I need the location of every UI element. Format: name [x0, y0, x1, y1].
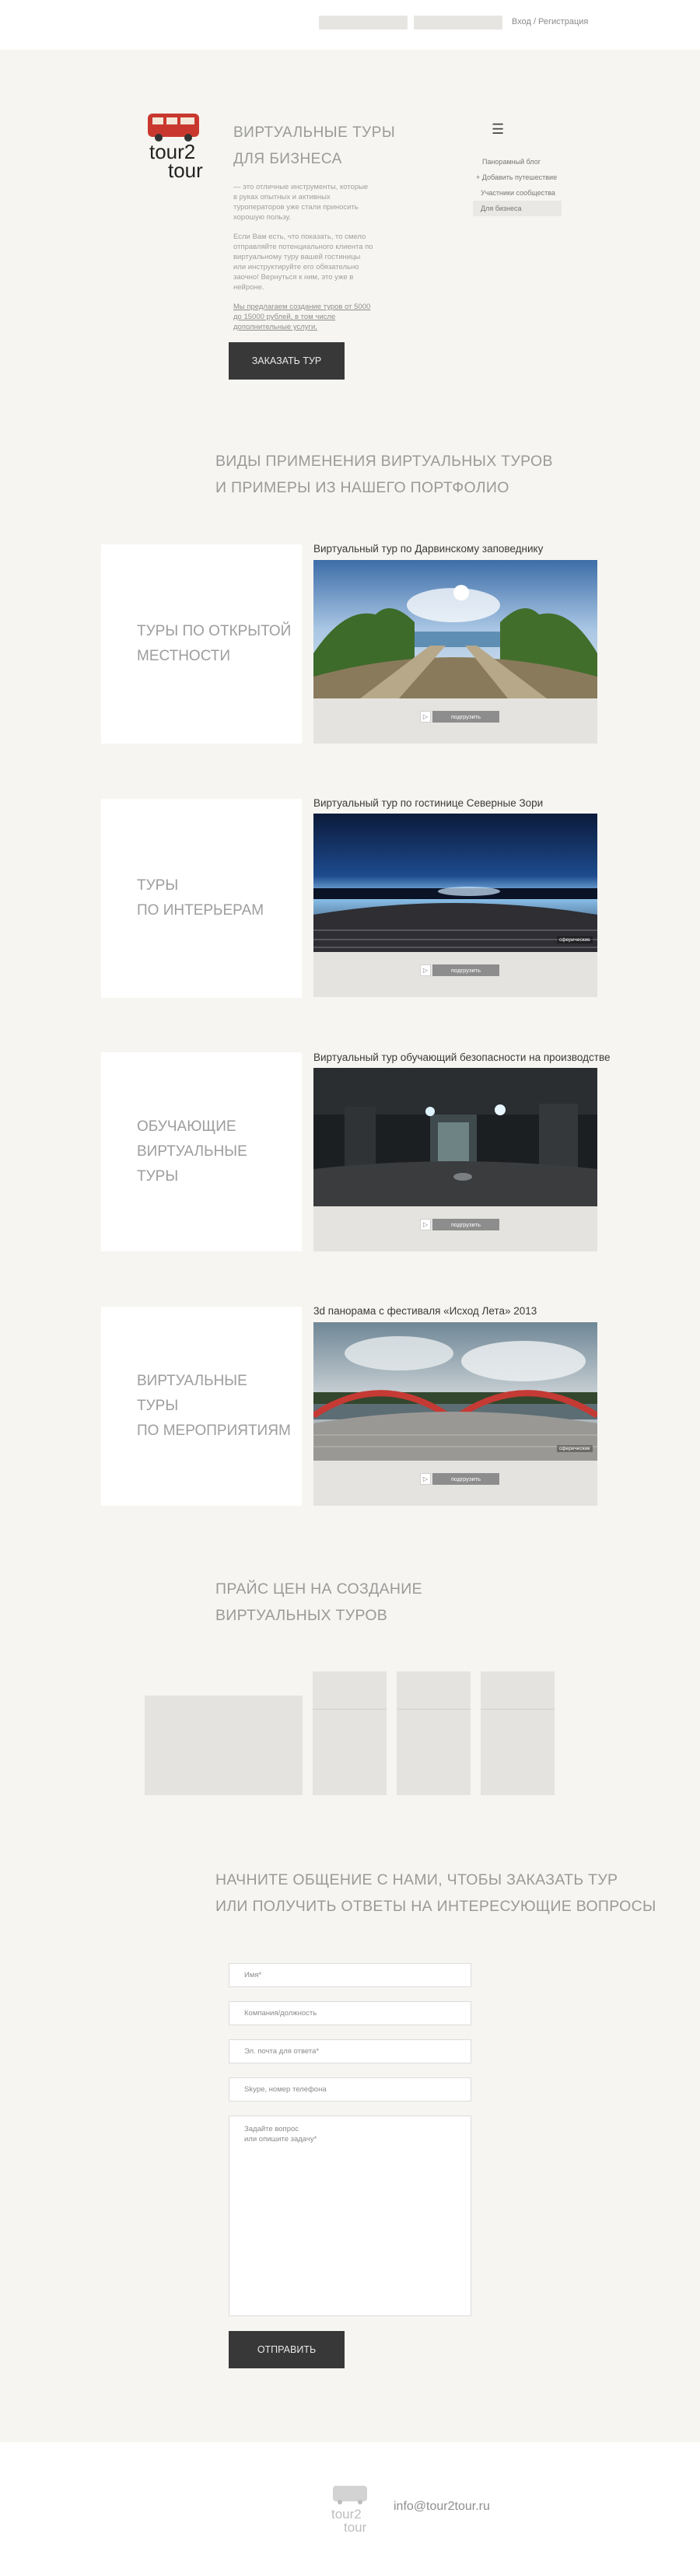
menu-item-business[interactable]: Для бизнеса — [473, 201, 562, 216]
footer: tour2 tour info@tour2tour.ru — [0, 2442, 700, 2576]
hero-title-line: для бизнеса — [233, 151, 342, 167]
portfolio-title-line: и примеры из нашего портфолио — [215, 479, 509, 496]
hero-title-line: Виртуальные туры — [233, 124, 396, 141]
side-menu: Панорамный блог + Добавить путешествие У… — [473, 154, 562, 216]
menu-item-blog[interactable]: Панорамный блог — [473, 154, 562, 170]
hero-paragraph: Если Вам есть, что показать, то смело от… — [233, 233, 373, 292]
category-label-line: по мероприятиям — [137, 1423, 291, 1439]
category-label: Туры по открытой местности — [137, 544, 292, 744]
company-field[interactable]: Компания/должность — [229, 2001, 471, 2025]
search-pill-secondary[interactable] — [414, 16, 502, 30]
category-label: Туры по интерьерам — [137, 799, 292, 998]
tour-title[interactable]: 3d панорама с фестиваля «Исход Лета» 201… — [313, 1305, 537, 1317]
search-pill[interactable] — [319, 16, 408, 30]
hero-paragraph: — это отличные инструменты, которые в ру… — [233, 183, 369, 222]
name-field[interactable]: Имя* — [229, 1963, 471, 1987]
email-field[interactable]: Эл. почта для ответа* — [229, 2039, 471, 2063]
hero-pricing-link[interactable]: Мы предлагаем создание туров от 5000 до … — [233, 302, 373, 332]
van-icon — [333, 2486, 367, 2504]
load-tour-button[interactable]: подгрузить — [432, 711, 499, 723]
category-label: Обучающие виртуальные туры — [137, 1052, 292, 1251]
question-textarea[interactable]: Задайте вопрос или опишите задачу* — [229, 2116, 471, 2316]
contact-title: Начните общение с нами, чтобы заказать т… — [215, 1867, 656, 1920]
hero-description: — это отличные инструменты, которые в ру… — [233, 182, 373, 341]
category-label-line: Обучающие — [137, 1118, 236, 1135]
portfolio-title-line: Виды применения виртуальных туров — [215, 453, 553, 470]
pricing-card-main[interactable] — [145, 1696, 303, 1795]
category-label-line: виртуальные туры — [137, 1143, 247, 1185]
pricing-divider — [397, 1709, 471, 1710]
menu-item-community[interactable]: Участники сообщества — [473, 185, 562, 201]
panorama-image-training[interactable] — [313, 1068, 597, 1206]
pricing-title: Прайс цен на создание виртуальных туров — [215, 1576, 422, 1629]
tour-control-bar: ▷ подгрузить — [313, 952, 597, 997]
panorama-image-interior[interactable] — [313, 814, 597, 952]
tour-control-bar: ▷ подгрузить — [313, 1461, 597, 1506]
play-icon[interactable]: ▷ — [420, 1473, 431, 1485]
pricing-title-line: Прайс цен на создание — [215, 1580, 422, 1598]
load-tour-button[interactable]: подгрузить — [432, 1219, 499, 1230]
logo[interactable]: tour2 tour — [145, 112, 224, 180]
tour-title[interactable]: Виртуальный тур по гостинице Северные Зо… — [313, 797, 543, 809]
tour-control-bar: ▷ подгрузить — [313, 1206, 597, 1251]
category-label-line: Туры — [137, 877, 179, 894]
footer-logo-bottom: tour — [344, 2520, 367, 2534]
menu-item-add-trip[interactable]: + Добавить путешествие — [473, 170, 562, 185]
watermark: сферические — [557, 1445, 593, 1452]
panorama-image-events[interactable] — [313, 1322, 597, 1461]
category-label-line: местности — [137, 648, 231, 664]
category-label-line: Виртуальные туры — [137, 1373, 247, 1414]
tour-control-bar: ▷ подгрузить — [313, 698, 597, 744]
footer-logo[interactable]: tour2 tour — [330, 2484, 381, 2534]
category-card-interior[interactable]: Туры по интерьерам — [101, 799, 302, 998]
pricing-divider — [313, 1709, 387, 1710]
pricing-divider — [481, 1709, 555, 1710]
category-label-line: Туры по открытой — [137, 623, 292, 639]
contact-title-line: или получить ответы на интересующие вопр… — [215, 1898, 656, 1915]
pricing-title-line: виртуальных туров — [215, 1607, 388, 1624]
top-bar: Вход / Регистрация — [0, 0, 700, 50]
pricing-card[interactable] — [313, 1671, 387, 1795]
category-card-outdoor[interactable]: Туры по открытой местности — [101, 544, 302, 744]
van-icon — [148, 114, 199, 142]
watermark: сферические — [557, 936, 593, 943]
category-label-line: по интерьерам — [137, 902, 264, 919]
submit-button[interactable]: Отправить — [229, 2331, 345, 2368]
skype-field[interactable]: Skype, номер телефона — [229, 2077, 471, 2102]
load-tour-button[interactable]: подгрузить — [432, 964, 499, 976]
pricing-card[interactable] — [397, 1671, 471, 1795]
play-icon[interactable]: ▷ — [420, 711, 431, 723]
portfolio-title: Виды применения виртуальных туров и прим… — [215, 448, 553, 501]
order-tour-button[interactable]: Заказать тур — [229, 342, 345, 380]
hero-title: Виртуальные туры для бизнеса — [233, 120, 395, 173]
load-tour-button[interactable]: подгрузить — [432, 1473, 499, 1485]
category-card-events[interactable]: Виртуальные туры по мероприятиям — [101, 1307, 302, 1506]
auth-link[interactable]: Вход / Регистрация — [512, 17, 588, 26]
logo-text-bottom: tour — [168, 159, 203, 180]
play-icon[interactable]: ▷ — [420, 964, 431, 976]
hamburger-icon[interactable]: ☰ — [492, 121, 504, 138]
play-icon[interactable]: ▷ — [420, 1219, 431, 1230]
category-label: Виртуальные туры по мероприятиям — [137, 1307, 292, 1506]
footer-email-link[interactable]: info@tour2tour.ru — [394, 2500, 490, 2514]
category-card-training[interactable]: Обучающие виртуальные туры — [101, 1052, 302, 1251]
tour-title[interactable]: Виртуальный тур обучающий безопасности н… — [313, 1052, 611, 1063]
tour-title[interactable]: Виртуальный тур по Дарвинскому заповедни… — [313, 543, 543, 555]
contact-title-line: Начните общение с нами, чтобы заказать т… — [215, 1871, 618, 1888]
panorama-image-outdoor[interactable] — [313, 560, 597, 698]
pricing-card[interactable] — [481, 1671, 555, 1795]
